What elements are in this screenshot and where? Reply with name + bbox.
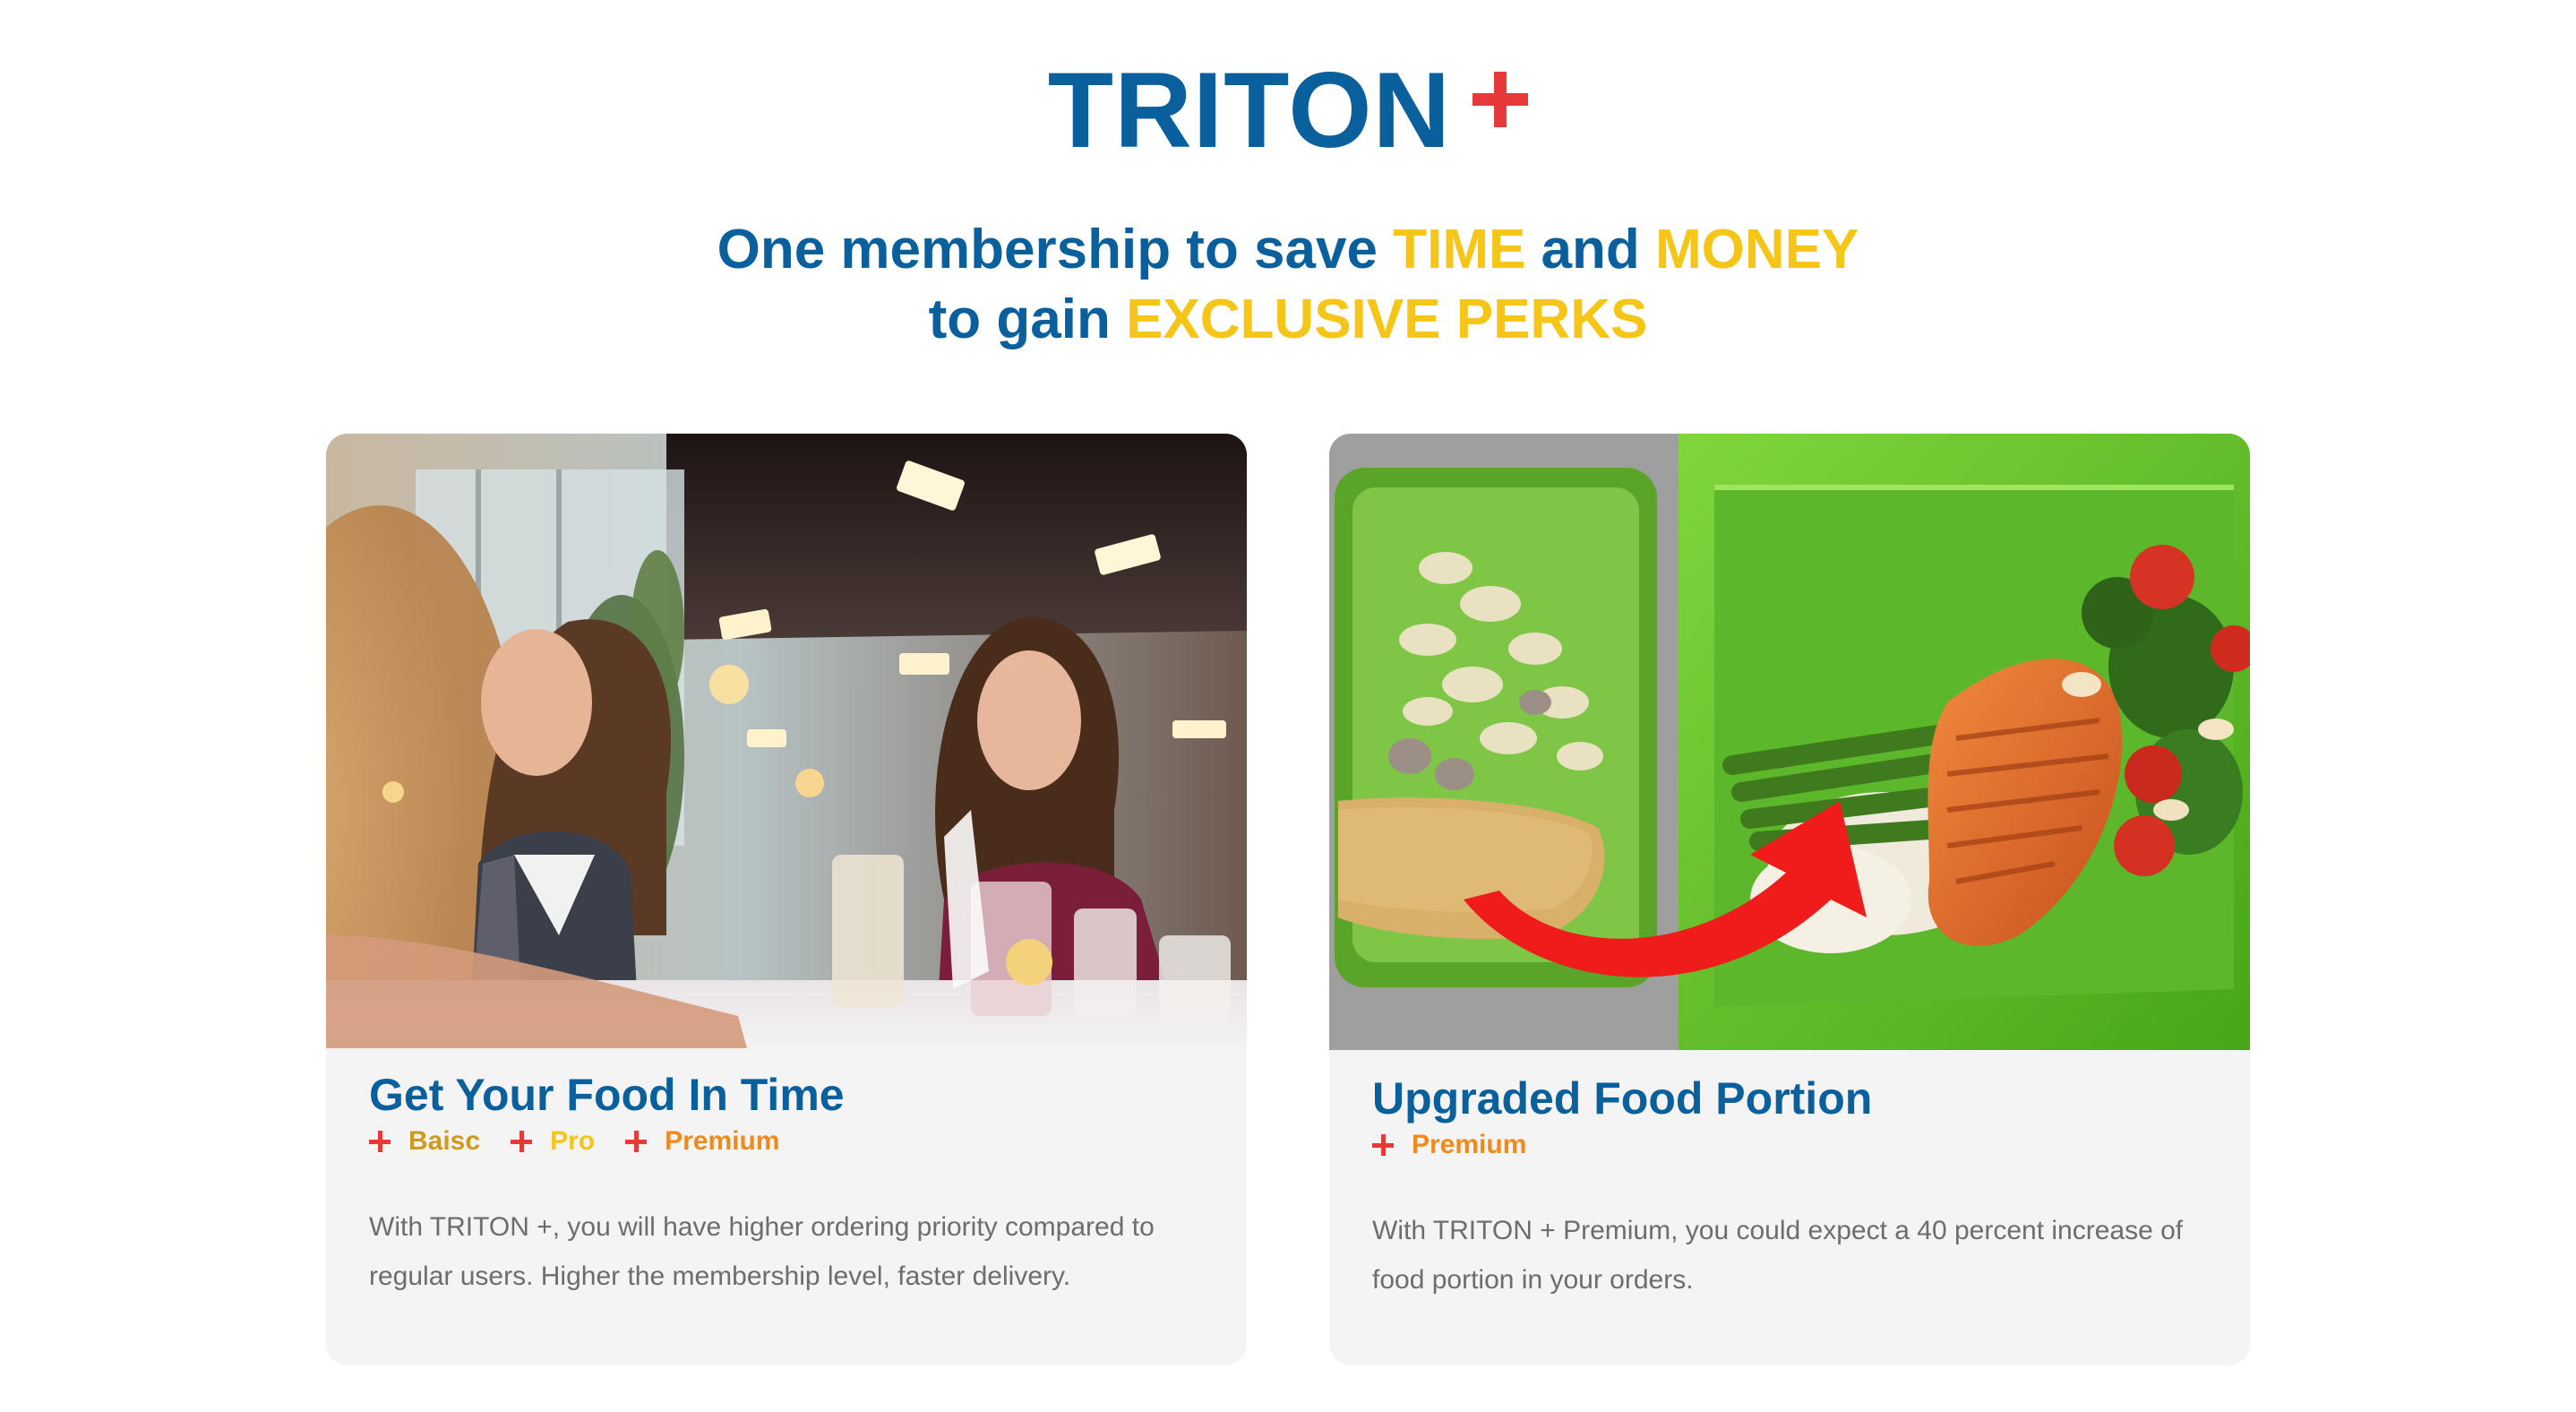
tier-label: Premium	[1412, 1130, 1527, 1159]
tier-pro: Pro	[511, 1124, 595, 1159]
tagline-line-1: One membership to save TIME and MONEY	[0, 215, 2576, 285]
tagline-highlight-money: MONEY	[1655, 219, 1859, 280]
feature-card-food-portion[interactable]: Upgraded Food Portion Premium With TRITO…	[1329, 434, 2250, 1365]
brand-name: TRITON	[1047, 50, 1452, 170]
card-title: Get Your Food In Time	[369, 1070, 845, 1120]
plus-icon	[1473, 72, 1529, 127]
membership-tiers: Baisc Pro Premium	[369, 1124, 810, 1159]
plus-icon	[369, 1131, 391, 1152]
tagline-highlight-perks: EXCLUSIVE PERKS	[1126, 288, 1648, 350]
tagline-text: One membership to save	[717, 219, 1394, 280]
tier-premium: Premium	[1372, 1127, 1526, 1163]
tier-premium: Premium	[625, 1124, 779, 1159]
card-description: With TRITON +, you will have higher orde…	[369, 1212, 1155, 1291]
restaurant-photo	[326, 434, 1247, 1048]
membership-tiers: Premium	[1372, 1127, 1557, 1163]
tagline-line-2: to gain EXCLUSIVE PERKS	[0, 285, 2576, 355]
food-portion-photo	[1329, 434, 2250, 1050]
feature-card-food-in-time[interactable]: Get Your Food In Time Baisc Pro Premium …	[326, 434, 1247, 1365]
tier-label: Baisc	[408, 1126, 481, 1156]
brand-logo: TRITON	[0, 52, 2576, 168]
tier-label: Premium	[665, 1126, 780, 1156]
plus-icon	[1372, 1134, 1394, 1156]
page: TRITON One membership to save TIME and M…	[0, 0, 2576, 1412]
tagline-text: and	[1525, 219, 1656, 280]
tagline-highlight-time: TIME	[1393, 219, 1526, 280]
tier-basic: Baisc	[369, 1124, 480, 1159]
tier-label: Pro	[550, 1126, 596, 1156]
tagline-text: to gain	[928, 288, 1127, 350]
card-title: Upgraded Food Portion	[1372, 1073, 1873, 1124]
card-description: With TRITON + Premium, you could expect …	[1372, 1216, 2184, 1295]
plus-icon	[625, 1131, 648, 1152]
plus-icon	[511, 1131, 533, 1152]
